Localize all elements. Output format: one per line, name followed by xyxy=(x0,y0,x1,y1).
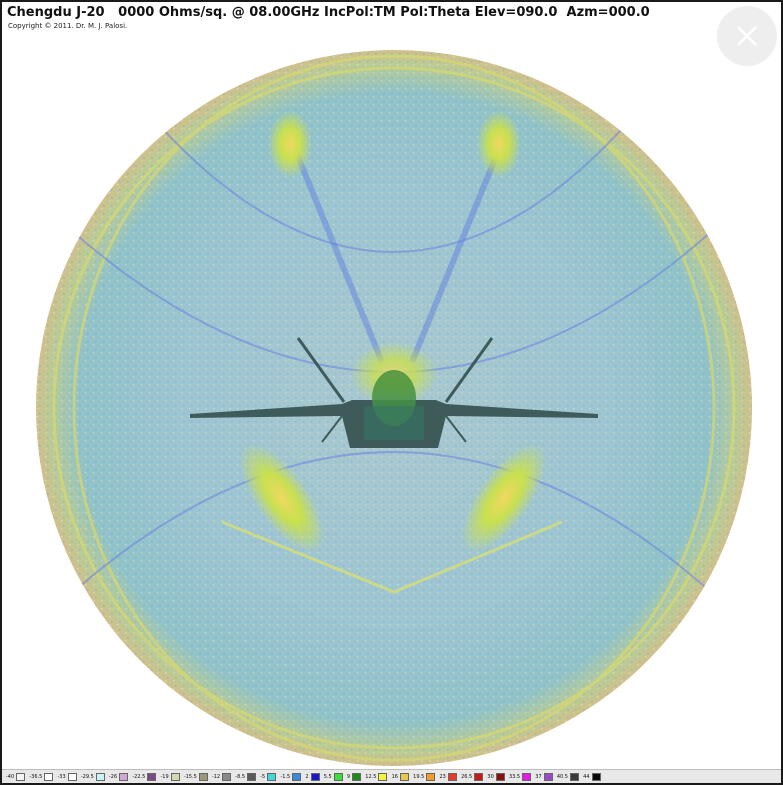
legend-entry: -19 xyxy=(160,772,180,781)
legend-entry: 5.5 xyxy=(323,772,343,781)
close-icon xyxy=(737,26,757,46)
legend-entry: 16 xyxy=(391,772,409,781)
legend-entry: -5 xyxy=(260,772,277,781)
legend-label: -19 xyxy=(160,773,169,780)
legend-label: -5 xyxy=(260,773,266,780)
legend-entry: 9 xyxy=(346,772,362,781)
legend-swatch xyxy=(522,772,532,781)
legend-swatch xyxy=(399,772,409,781)
legend-entry: -22.5 xyxy=(132,772,157,781)
legend-label: 23 xyxy=(439,773,446,780)
legend-label: -36.5 xyxy=(29,773,43,780)
legend-entry: -1.5 xyxy=(280,772,302,781)
legend-entry: -26 xyxy=(108,772,129,781)
legend-label: 30 xyxy=(487,773,494,780)
lobe-upper-right xyxy=(477,110,521,178)
legend-label: -8.5 xyxy=(235,773,246,780)
legend-entry: -12 xyxy=(211,772,232,781)
legend-swatch xyxy=(474,772,484,781)
legend-entry: 19.5 xyxy=(413,772,436,781)
rcs-sphere-plot xyxy=(36,50,752,766)
legend-entry: 23 xyxy=(439,772,457,781)
legend-swatch xyxy=(495,772,505,781)
legend-entry: -33 xyxy=(57,772,77,781)
legend-entry: -36.5 xyxy=(29,772,54,781)
legend-swatch xyxy=(447,772,457,781)
legend-entry: -40 xyxy=(6,772,26,781)
legend-swatch xyxy=(591,772,601,781)
legend-swatch xyxy=(267,772,277,781)
legend-label: -22.5 xyxy=(132,773,146,780)
lobe-upper-left xyxy=(268,110,312,178)
color-scale-legend: -40 -36.5 -33 -29.5 -26 -22.5 -19 -15.5 -12 -8.5 -… xyxy=(2,769,781,783)
legend-entry: 44 xyxy=(583,772,601,781)
legend-label: 37 xyxy=(535,773,542,780)
legend-label: 44 xyxy=(583,773,590,780)
legend-label: -40 xyxy=(6,773,15,780)
legend-swatch xyxy=(198,772,208,781)
legend-swatch xyxy=(543,772,553,781)
legend-label: -26 xyxy=(108,773,118,780)
legend-swatch xyxy=(119,772,129,781)
legend-swatch xyxy=(222,772,232,781)
legend-swatch xyxy=(147,772,157,781)
legend-swatch xyxy=(569,772,579,781)
legend-swatch xyxy=(16,772,26,781)
legend-label: 12.5 xyxy=(365,773,377,780)
legend-label: 9 xyxy=(346,773,351,780)
legend-swatch xyxy=(67,772,77,781)
legend-swatch xyxy=(170,772,180,781)
legend-label: 2 xyxy=(305,773,309,780)
legend-swatch xyxy=(95,772,105,781)
legend-entry: -8.5 xyxy=(235,772,257,781)
legend-swatch xyxy=(247,772,257,781)
legend-label: -29.5 xyxy=(80,773,94,780)
close-button[interactable] xyxy=(717,6,777,66)
legend-entry: 12.5 xyxy=(365,772,388,781)
legend-swatch xyxy=(310,772,320,781)
legend-label: 16 xyxy=(391,773,398,780)
legend-label: 40.5 xyxy=(556,773,568,780)
legend-entry: 2 xyxy=(305,772,320,781)
legend-swatch xyxy=(352,772,362,781)
legend-label: 19.5 xyxy=(413,773,425,780)
legend-swatch xyxy=(333,772,343,781)
legend-label: 5.5 xyxy=(323,773,332,780)
legend-swatch xyxy=(426,772,436,781)
legend-entry: 40.5 xyxy=(556,772,579,781)
legend-entry: -15.5 xyxy=(183,772,208,781)
legend-entry: 26.5 xyxy=(461,772,484,781)
legend-label: 33.5 xyxy=(508,773,521,780)
legend-entry: 37 xyxy=(535,772,553,781)
legend-swatch xyxy=(292,772,302,781)
legend-swatch xyxy=(378,772,388,781)
legend-label: -33 xyxy=(57,773,66,780)
legend-label: 26.5 xyxy=(461,773,473,780)
rcs-viewer: Chengdu J-20 0000 Ohms/sq. @ 08.00GHz In… xyxy=(2,2,781,783)
legend-entry: 33.5 xyxy=(508,772,532,781)
legend-entry: 30 xyxy=(487,772,505,781)
legend-label: -12 xyxy=(211,773,221,780)
legend-swatch xyxy=(44,772,54,781)
legend-label: -1.5 xyxy=(280,773,291,780)
legend-entry: -29.5 xyxy=(80,772,105,781)
legend-label: -15.5 xyxy=(183,773,197,780)
